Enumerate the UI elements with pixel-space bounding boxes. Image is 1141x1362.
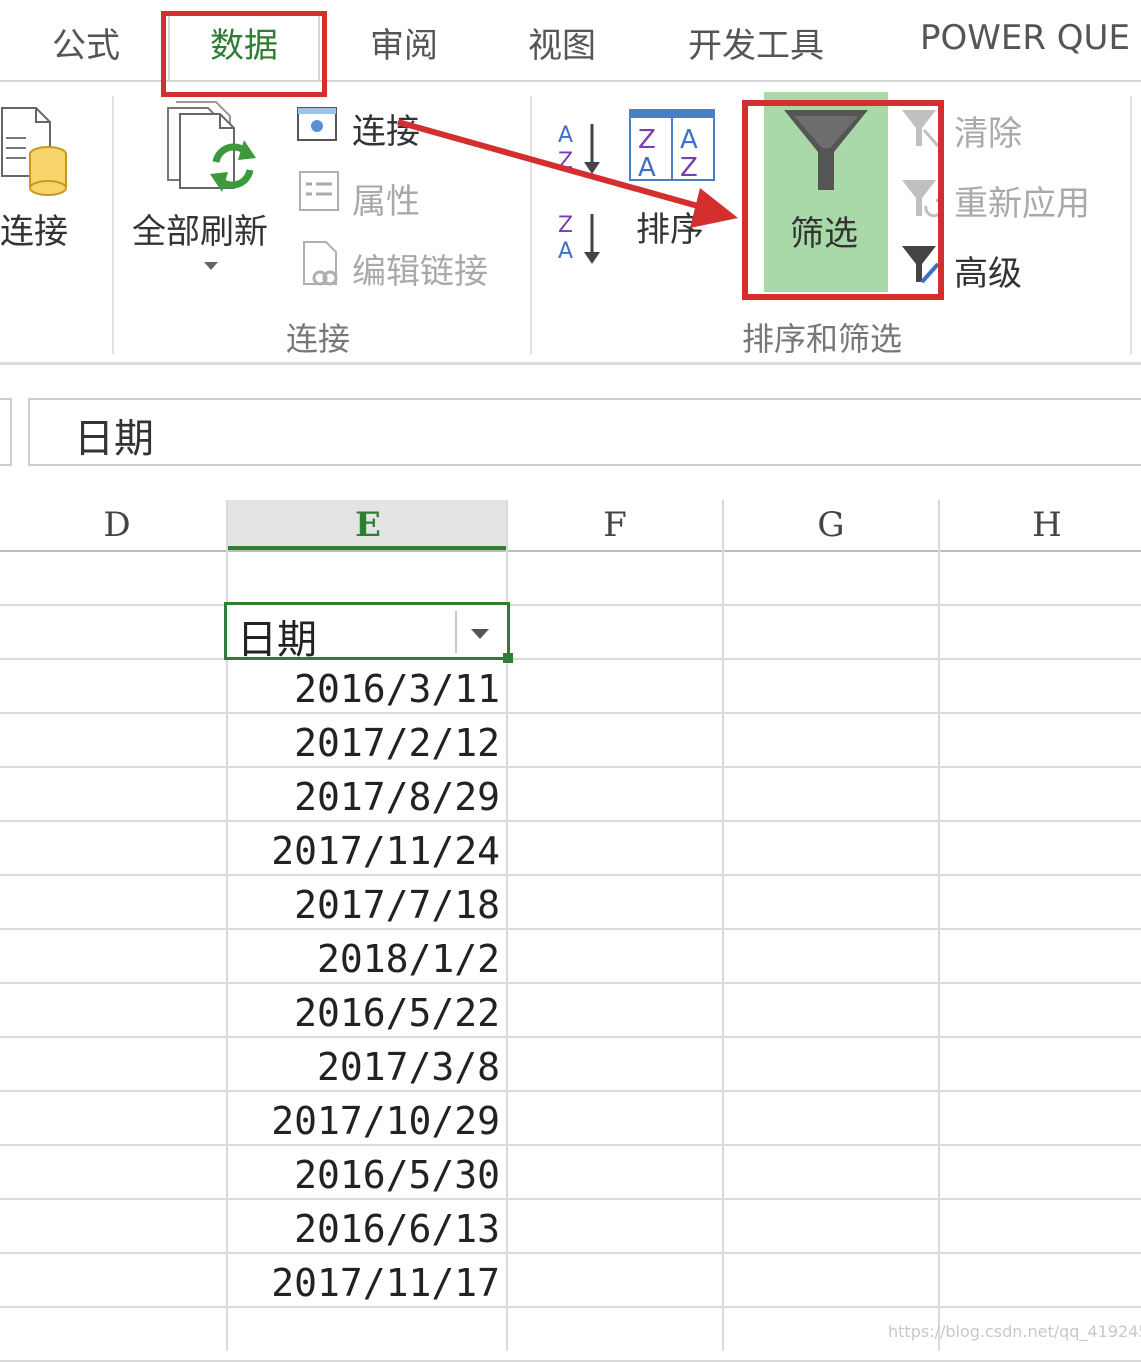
column-header-f[interactable]: F <box>508 500 722 550</box>
date-cell[interactable]: 2017/7/18 <box>228 878 500 932</box>
formula-bar[interactable]: 日期 <box>28 398 1141 466</box>
row-gridline <box>0 766 1141 768</box>
date-cell[interactable]: 2017/11/24 <box>228 824 500 878</box>
arrow-annotation <box>397 119 738 228</box>
chevron-down-icon <box>471 629 489 639</box>
filter-dropdown-button[interactable] <box>455 611 503 653</box>
column-header-e[interactable]: E <box>228 500 508 550</box>
row-gridline <box>0 928 1141 930</box>
formula-bar-value: 日期 <box>74 416 154 462</box>
column-divider <box>722 500 724 1351</box>
row-gridline <box>0 712 1141 714</box>
date-cell[interactable]: 2016/6/13 <box>228 1202 500 1256</box>
watermark: https://blog.csdn.net/qq_41924554 <box>888 1322 1141 1341</box>
row-gridline <box>0 1306 1141 1308</box>
row-gridline <box>0 874 1141 876</box>
header-cell-text: 日期 <box>237 617 317 663</box>
date-cell[interactable]: 2017/2/12 <box>228 716 500 770</box>
selected-cell[interactable]: 日期 <box>224 602 513 663</box>
fill-handle[interactable] <box>503 653 513 663</box>
row-gridline <box>0 1198 1141 1200</box>
row-gridline <box>0 658 1141 660</box>
date-cell[interactable]: 2016/5/30 <box>228 1148 500 1202</box>
date-cell[interactable]: 2017/11/17 <box>228 1256 500 1310</box>
row-gridline <box>0 982 1141 984</box>
date-cell[interactable]: 2018/1/2 <box>228 932 500 986</box>
date-cell[interactable]: 2016/3/11 <box>228 662 500 716</box>
row-gridline <box>0 604 1141 606</box>
name-box[interactable] <box>0 398 12 466</box>
row-gridline <box>0 1252 1141 1254</box>
row-gridline <box>0 1090 1141 1092</box>
column-header-g[interactable]: G <box>724 500 938 550</box>
column-header-d[interactable]: D <box>8 500 226 550</box>
row-gridline <box>0 1036 1141 1038</box>
column-header-h[interactable]: H <box>940 500 1141 550</box>
row-gridline <box>0 1144 1141 1146</box>
date-cell[interactable]: 2016/5/22 <box>228 986 500 1040</box>
date-cell[interactable]: 2017/3/8 <box>228 1040 500 1094</box>
column-divider <box>938 500 940 1351</box>
date-cell[interactable]: 2017/10/29 <box>228 1094 500 1148</box>
header-bottom-border <box>0 550 1141 552</box>
row-gridline <box>0 820 1141 822</box>
date-cell[interactable]: 2017/8/29 <box>228 770 500 824</box>
